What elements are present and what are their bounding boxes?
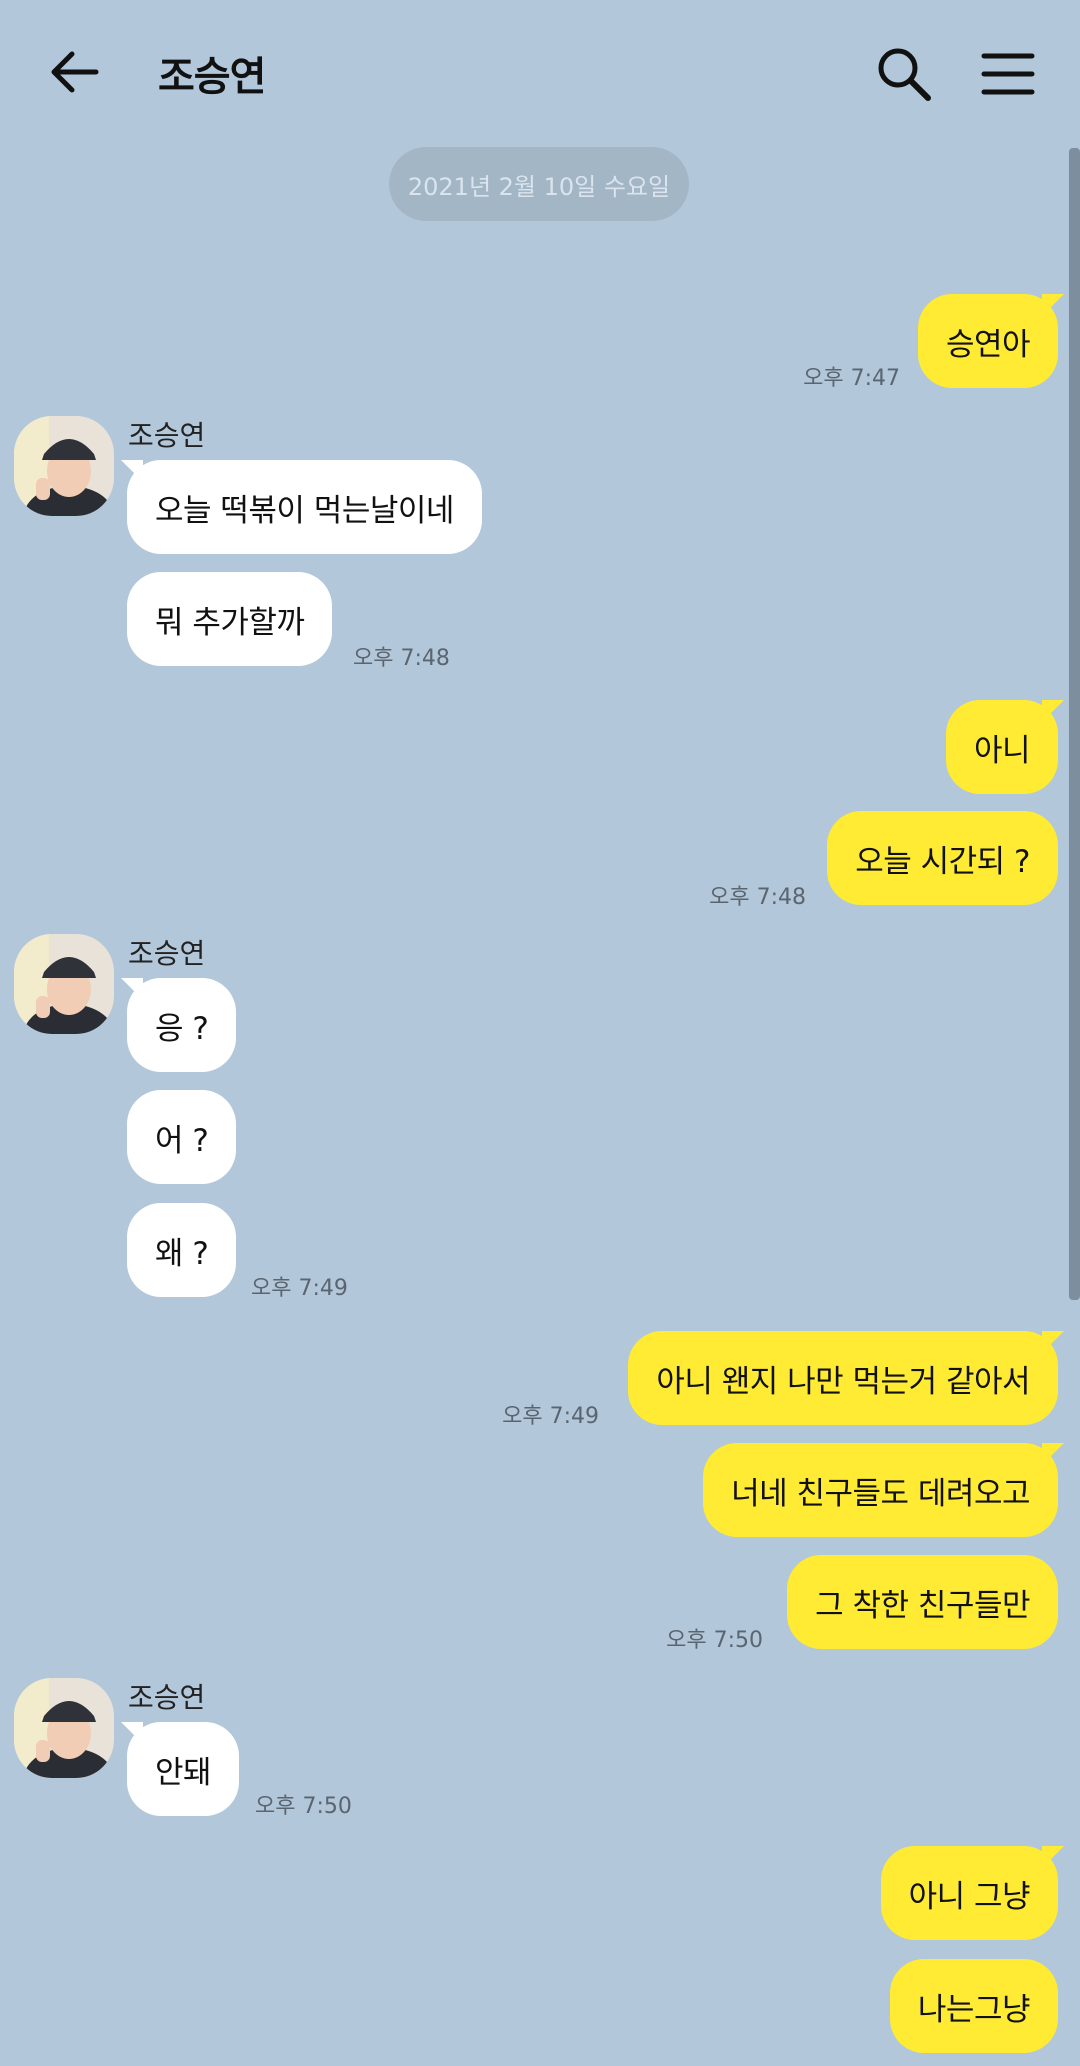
my-message-bubble[interactable]: 그 착한 친구들만: [787, 1555, 1058, 1649]
search-button[interactable]: [870, 40, 938, 108]
message-timestamp: 오후 7:50: [255, 1794, 352, 1819]
my-message-bubble[interactable]: 아니 그냥: [880, 1846, 1065, 1940]
my-message-bubble[interactable]: 나는그냥: [889, 1959, 1058, 2053]
my-message-bubble[interactable]: 승연아: [917, 294, 1065, 388]
avatar[interactable]: [14, 1678, 114, 1778]
avatar[interactable]: [14, 416, 114, 516]
arrow-left-icon: [51, 51, 99, 93]
other-message-bubble[interactable]: 뭐 추가할까: [127, 572, 333, 666]
scrollbar[interactable]: [1069, 148, 1080, 1300]
other-message-bubble[interactable]: 왜 ?: [127, 1203, 237, 1297]
my-message-bubble[interactable]: 오늘 시간되 ?: [827, 811, 1058, 905]
my-message-bubble[interactable]: 아니: [945, 700, 1065, 794]
other-message-bubble[interactable]: 오늘 떡볶이 먹는날이네: [121, 460, 482, 554]
sender-name: 조승연: [128, 1681, 206, 1714]
back-button[interactable]: [40, 36, 112, 108]
search-icon: [878, 48, 931, 101]
message-timestamp: 오후 7:48: [353, 646, 450, 671]
message-timestamp: 오후 7:47: [803, 366, 900, 391]
profile-photo: [14, 934, 114, 1034]
message-timestamp: 오후 7:50: [666, 1628, 763, 1653]
other-message-bubble[interactable]: 어 ?: [127, 1090, 237, 1184]
my-message-bubble[interactable]: 아니 왠지 나만 먹는거 같아서: [628, 1331, 1064, 1425]
menu-button[interactable]: [974, 40, 1042, 108]
my-message-bubble[interactable]: 너네 친구들도 데려오고: [703, 1443, 1064, 1537]
other-message-bubble[interactable]: 응 ?: [120, 978, 237, 1072]
message-timestamp: 오후 7:48: [709, 885, 806, 910]
chat-title: 조승연: [158, 54, 266, 100]
sender-name: 조승연: [128, 937, 206, 970]
profile-photo: [14, 1678, 114, 1778]
other-message-bubble[interactable]: 안돼: [120, 1722, 240, 1816]
avatar[interactable]: [14, 934, 114, 1034]
sender-name: 조승연: [128, 419, 206, 452]
message-timestamp: 오후 7:49: [251, 1276, 348, 1301]
hamburger-menu-icon: [981, 53, 1035, 95]
date-divider: 2021년 2월 10일 수요일: [389, 147, 689, 221]
profile-photo: [14, 416, 114, 516]
message-timestamp: 오후 7:49: [502, 1404, 599, 1429]
chat-header: 조승연: [0, 0, 1080, 148]
